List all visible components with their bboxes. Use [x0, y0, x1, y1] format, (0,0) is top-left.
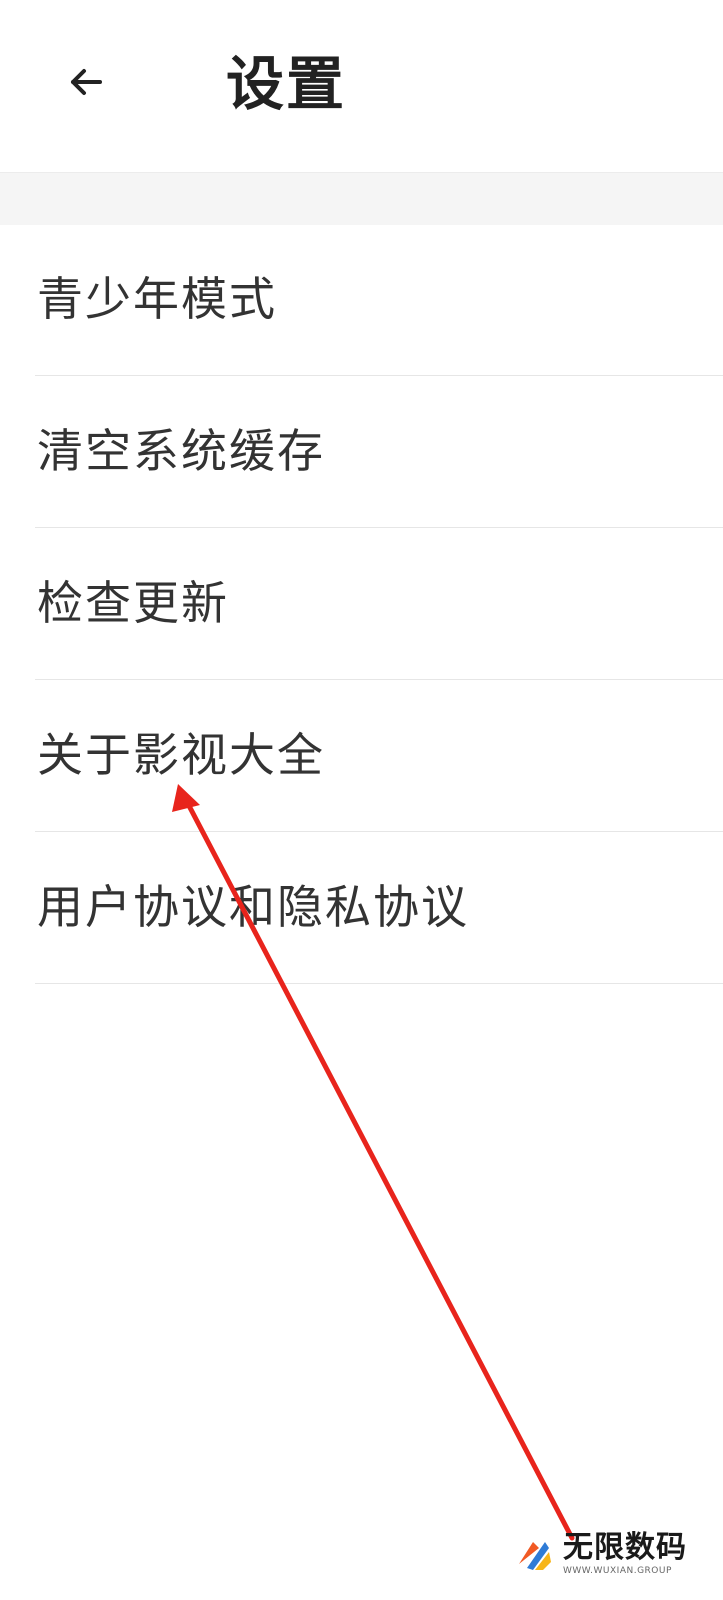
menu-item-agreement-privacy[interactable]: 用户协议和隐私协议	[0, 832, 723, 984]
menu-item-label: 清空系统缓存	[37, 424, 325, 478]
menu-item-label: 检查更新	[37, 576, 229, 630]
page-title: 设置	[226, 50, 347, 118]
menu-item-label: 青少年模式	[37, 272, 277, 326]
menu-item-label: 关于影视大全	[37, 728, 325, 782]
section-gap	[0, 172, 723, 225]
watermark-subtext: WWW.WUXIAN.GROUP	[563, 1565, 672, 1576]
divider	[35, 983, 723, 984]
menu-item-about[interactable]: 关于影视大全	[0, 680, 723, 832]
settings-menu-list: 青少年模式 清空系统缓存 检查更新 关于影视大全 用户协议和隐私协议	[0, 224, 723, 984]
menu-item-clear-cache[interactable]: 清空系统缓存	[0, 376, 723, 528]
menu-item-teen-mode[interactable]: 青少年模式	[0, 224, 723, 376]
menu-item-label: 用户协议和隐私协议	[37, 880, 469, 934]
watermark-logo-icon	[519, 1542, 551, 1570]
top-app-bar: 设置	[0, 0, 723, 172]
arrow-left-icon	[71, 69, 102, 95]
back-button[interactable]	[56, 52, 116, 112]
watermark: 无限数码 WWW.WUXIAN.GROUP	[515, 1520, 705, 1588]
watermark-text: 无限数码	[563, 1529, 687, 1565]
menu-item-check-update[interactable]: 检查更新	[0, 528, 723, 680]
